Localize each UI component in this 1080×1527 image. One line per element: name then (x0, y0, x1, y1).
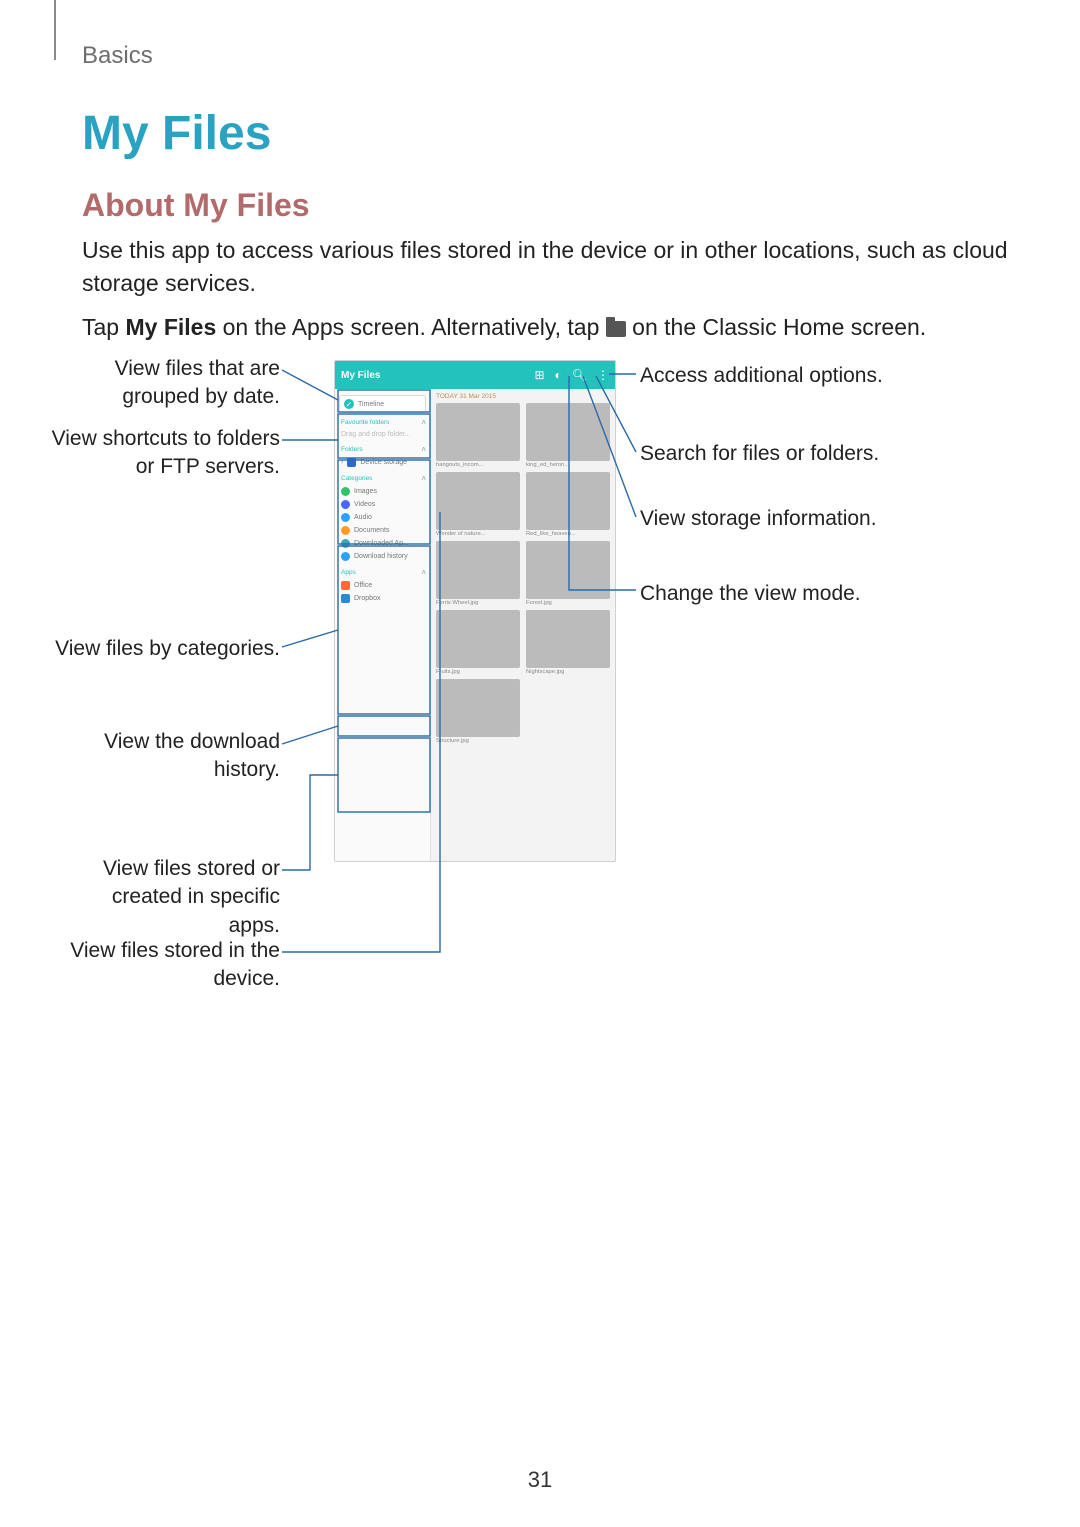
app-topbar: My Files ⊞ ◐ 🔍︎ ⋮ (335, 361, 615, 389)
sidebar-app-dropbox[interactable]: Dropbox (339, 592, 426, 605)
topbar-icons: ⊞ ◐ 🔍︎ ⋮ (534, 368, 609, 382)
thumbnail[interactable]: Red_like_heaven... (526, 472, 610, 537)
dropbox-icon (341, 594, 350, 603)
thumbnail[interactable]: Nightscape.jpg (526, 610, 610, 675)
section-label: Basics (82, 42, 1010, 70)
sidebar-cat-docs[interactable]: Documents (339, 524, 426, 537)
sidebar-cat-images[interactable]: Images (339, 485, 426, 498)
callout-device: View files stored in the device. (70, 937, 280, 994)
device-storage-icon (347, 458, 356, 467)
chevron-up-icon: ˄ (421, 445, 426, 454)
sidebar-categories-header[interactable]: Categories˄ (341, 474, 426, 483)
app-sidebar: ✓ Timeline Favourite folders˄ Drag and d… (335, 389, 431, 861)
date-header: TODAY 31 Mar 2015 (436, 393, 610, 400)
para2-c: on the Apps screen. Alternatively, tap (216, 314, 606, 340)
thumbnail[interactable]: hangouts_incom... (436, 403, 520, 468)
sidebar-folders-header[interactable]: Folders˄ (341, 445, 426, 454)
folder-icon (606, 321, 626, 337)
thumbnail[interactable]: Ferris Wheel.jpg (436, 541, 520, 606)
page-subtitle: About My Files (82, 187, 1010, 224)
images-icon (341, 487, 350, 496)
thumbnail[interactable]: Fruits.jpg (436, 610, 520, 675)
callout-download: View the download history. (80, 728, 280, 785)
download-history-icon (341, 552, 350, 561)
sidebar-cat-audio[interactable]: Audio (339, 511, 426, 524)
callout-storage: View storage information. (640, 505, 960, 533)
videos-icon (341, 500, 350, 509)
margin-rule (54, 0, 56, 60)
sidebar-fav-hint: Drag and drop folder... (339, 429, 426, 440)
sidebar-cat-downloaded-apps[interactable]: Downloaded Ap... (339, 537, 426, 550)
para2-d: on the Classic Home screen. (626, 314, 926, 340)
thumbnail[interactable]: Forest.jpg (526, 541, 610, 606)
app-main: TODAY 31 Mar 2015 hangouts_incom... king… (431, 389, 615, 861)
intro-paragraph-2: Tap My Files on the Apps screen. Alterna… (82, 311, 1010, 344)
sidebar-cat-videos[interactable]: Videos (339, 498, 426, 511)
timeline-label: Timeline (358, 401, 384, 408)
storage-icon[interactable]: ◐ (555, 368, 562, 382)
callout-categories: View files by categories. (40, 635, 280, 663)
search-icon[interactable]: 🔍︎ (572, 368, 587, 382)
callout-options: Access additional options. (640, 362, 960, 390)
callout-apps: View files stored or created in specific… (55, 855, 280, 940)
audio-icon (341, 513, 350, 522)
manual-page: Basics My Files About My Files Use this … (0, 0, 1080, 1527)
chevron-up-icon: ˄ (421, 418, 426, 427)
intro-paragraph-1: Use this app to access various files sto… (82, 234, 1010, 301)
sidebar-timeline[interactable]: ✓ Timeline (339, 395, 426, 413)
page-title: My Files (82, 106, 1010, 161)
sidebar-apps-header[interactable]: Apps˄ (341, 568, 426, 577)
callout-timeline: View files that are grouped by date. (80, 355, 280, 412)
para2-a: Tap (82, 314, 125, 340)
sidebar-device-storage[interactable]: ›Device storage (339, 456, 426, 469)
documents-icon (341, 526, 350, 535)
thumbnail-grid: hangouts_incom... king_ed_heron... Wonde… (436, 403, 610, 744)
sidebar-cat-download-history[interactable]: Download history (339, 550, 426, 563)
page-number: 31 (0, 1467, 1080, 1493)
sidebar-fav-header[interactable]: Favourite folders˄ (341, 418, 426, 427)
thumbnail[interactable]: Structure.jpg (436, 679, 520, 744)
thumbnail[interactable]: Wonder of nature... (436, 472, 520, 537)
callout-viewmode: Change the view mode. (640, 580, 960, 608)
sidebar-app-office[interactable]: Office (339, 579, 426, 592)
chevron-up-icon: ˄ (421, 568, 426, 577)
para2-bold: My Files (125, 314, 216, 340)
timeline-check-icon: ✓ (344, 399, 354, 409)
chevron-up-icon: ˄ (421, 474, 426, 483)
app-title: My Files (341, 370, 380, 381)
office-icon (341, 581, 350, 590)
view-mode-icon[interactable]: ⊞ (534, 368, 544, 382)
callout-shortcuts: View shortcuts to folders or FTP servers… (40, 425, 280, 482)
thumbnail[interactable]: king_ed_heron... (526, 403, 610, 468)
more-icon[interactable]: ⋮ (597, 368, 609, 382)
app-screenshot: My Files ⊞ ◐ 🔍︎ ⋮ ✓ Timeline Favourite f… (334, 360, 616, 862)
downloaded-apps-icon (341, 539, 350, 548)
callout-search: Search for files or folders. (640, 440, 960, 468)
